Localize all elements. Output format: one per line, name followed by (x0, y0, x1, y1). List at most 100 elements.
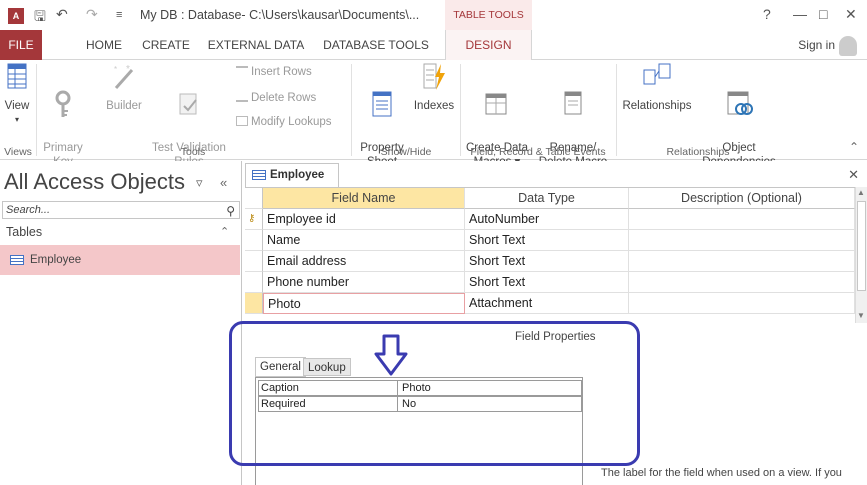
ribbon-tabs: FILE HOME CREATE EXTERNAL DATA DATABASE … (0, 30, 867, 61)
modify-lookups-button[interactable]: Modify Lookups (236, 116, 332, 128)
row-selector[interactable] (245, 293, 263, 314)
tab-employee[interactable]: Employee (245, 163, 339, 187)
separator (616, 64, 617, 156)
row-selector[interactable]: ⚷ (245, 209, 263, 230)
svg-text:*: * (126, 64, 130, 75)
customize-qat-icon[interactable]: ≡ (116, 9, 122, 21)
collapse-ribbon-icon[interactable]: ⌃ (849, 140, 859, 154)
data-type-cell[interactable]: Short Text (465, 251, 629, 272)
restore-icon[interactable]: □ (819, 6, 827, 22)
description-cell[interactable] (629, 251, 855, 272)
tab-database-tools[interactable]: DATABASE TOOLS (320, 30, 432, 60)
table-row[interactable]: Phone number Short Text (245, 272, 855, 293)
indexes-label: Indexes (413, 100, 455, 112)
column-header[interactable]: Data Type (465, 188, 629, 209)
field-name-cell[interactable]: Employee id (263, 209, 465, 230)
description-cell[interactable] (629, 272, 855, 293)
table-icon (252, 170, 266, 180)
field-name-cell[interactable]: Phone number (263, 272, 465, 293)
close-icon[interactable]: ✕ (845, 6, 857, 23)
relationships-button[interactable]: Relationships (618, 62, 696, 113)
insert-rows-label: Insert Rows (251, 66, 312, 78)
tab-external-data[interactable]: EXTERNAL DATA (206, 30, 306, 60)
data-type-cell[interactable]: AutoNumber (465, 209, 629, 230)
search-icon[interactable]: ⚲ (226, 203, 235, 219)
validation-icon (148, 76, 230, 124)
search-input[interactable]: Search... ⚲ (2, 201, 240, 219)
table-icon (10, 255, 24, 265)
separator (36, 64, 37, 156)
scroll-up-icon[interactable]: ▲ (857, 188, 865, 197)
redo-icon[interactable]: ↷ (86, 6, 98, 23)
field-name-cell[interactable]: Email address (263, 251, 465, 272)
row-selector[interactable] (245, 272, 263, 293)
relationships-label: Relationships (622, 100, 692, 112)
property-help-text: The label for the field when used on a v… (601, 467, 842, 479)
lightning-icon (412, 62, 456, 96)
access-app-icon[interactable]: A (8, 8, 24, 24)
data-type-cell[interactable]: Short Text (465, 230, 629, 251)
table-row-selected[interactable]: Photo Attachment (245, 293, 855, 314)
view-button[interactable]: View ▾ (4, 62, 30, 127)
nav-group-tables[interactable]: Tables (6, 225, 42, 239)
scroll-down-icon[interactable]: ▼ (857, 311, 865, 320)
tab-design[interactable]: DESIGN (445, 30, 532, 61)
nav-title[interactable]: All Access Objects (4, 169, 185, 195)
lookup-icon (236, 116, 248, 126)
doc-tab-label: Employee (270, 169, 325, 181)
table-row[interactable]: ⚷ Employee id AutoNumber (245, 209, 855, 230)
sign-in-label: Sign in (798, 38, 835, 52)
help-button[interactable]: ? (763, 6, 771, 22)
delete-rows-icon (236, 92, 248, 102)
column-header[interactable]: Description (Optional) (629, 188, 855, 209)
avatar (839, 35, 857, 56)
insert-rows-button[interactable]: Insert Rows (236, 66, 312, 78)
group-views-label: Views (4, 146, 32, 158)
chevron-up-icon[interactable]: ⌃ (220, 225, 229, 238)
shutter-bar-close-icon[interactable]: « (220, 175, 227, 190)
delete-rows-button[interactable]: Delete Rows (236, 92, 316, 104)
vertical-scrollbar[interactable]: ▲ ▼ (855, 187, 867, 323)
group-relationships-label: Relationships (666, 146, 730, 158)
minimize-icon[interactable]: — (793, 6, 807, 22)
tab-home[interactable]: HOME (82, 30, 126, 60)
description-cell[interactable] (629, 209, 855, 230)
scroll-thumb[interactable] (857, 201, 866, 291)
search-placeholder: Search... (6, 204, 51, 216)
group-tools-label: Tools (180, 146, 206, 158)
property-sheet-icon (354, 76, 410, 124)
field-name-cell[interactable]: Photo (263, 293, 465, 314)
wand-icon: * * (102, 62, 146, 96)
table-row[interactable]: Name Short Text (245, 230, 855, 251)
view-label: View (4, 100, 30, 112)
data-type-cell[interactable]: Attachment (465, 293, 629, 314)
nav-item-employee[interactable]: Employee (0, 245, 240, 275)
builder-button[interactable]: * * Builder (102, 62, 146, 113)
save-icon[interactable]: 🖫 (34, 6, 46, 30)
sign-in-link[interactable]: Sign in (798, 30, 857, 60)
window-title: My DB : Database- C:\Users\kausar\Docume… (140, 8, 420, 22)
description-cell[interactable] (629, 293, 855, 314)
data-type-cell[interactable]: Short Text (465, 272, 629, 293)
chevron-down-icon: ▾ (14, 115, 19, 124)
tab-create[interactable]: CREATE (140, 30, 192, 60)
builder-label: Builder (106, 100, 142, 112)
close-icon[interactable]: ✕ (848, 167, 859, 183)
table-row[interactable]: Email address Short Text (245, 251, 855, 272)
tab-file[interactable]: FILE (0, 30, 42, 60)
group-show-hide-label: Show/Hide (380, 146, 432, 158)
description-cell[interactable] (629, 230, 855, 251)
navigation-pane: All Access Objects ▿ « Search... ⚲ Table… (0, 161, 242, 485)
macro-table-icon (462, 76, 532, 124)
row-selector[interactable] (245, 230, 263, 251)
row-selector[interactable] (245, 251, 263, 272)
svg-text:*: * (114, 65, 117, 74)
group-events-label: Field, Record & Table Events (470, 146, 606, 158)
column-header[interactable]: Field Name (263, 188, 465, 209)
field-name-cell[interactable]: Name (263, 230, 465, 251)
indexes-button[interactable]: Indexes (412, 62, 456, 113)
nav-menu-icon[interactable]: ▿ (196, 175, 203, 191)
separator (460, 64, 461, 156)
undo-icon[interactable]: ↶ (56, 6, 68, 23)
dependencies-icon (696, 76, 782, 124)
